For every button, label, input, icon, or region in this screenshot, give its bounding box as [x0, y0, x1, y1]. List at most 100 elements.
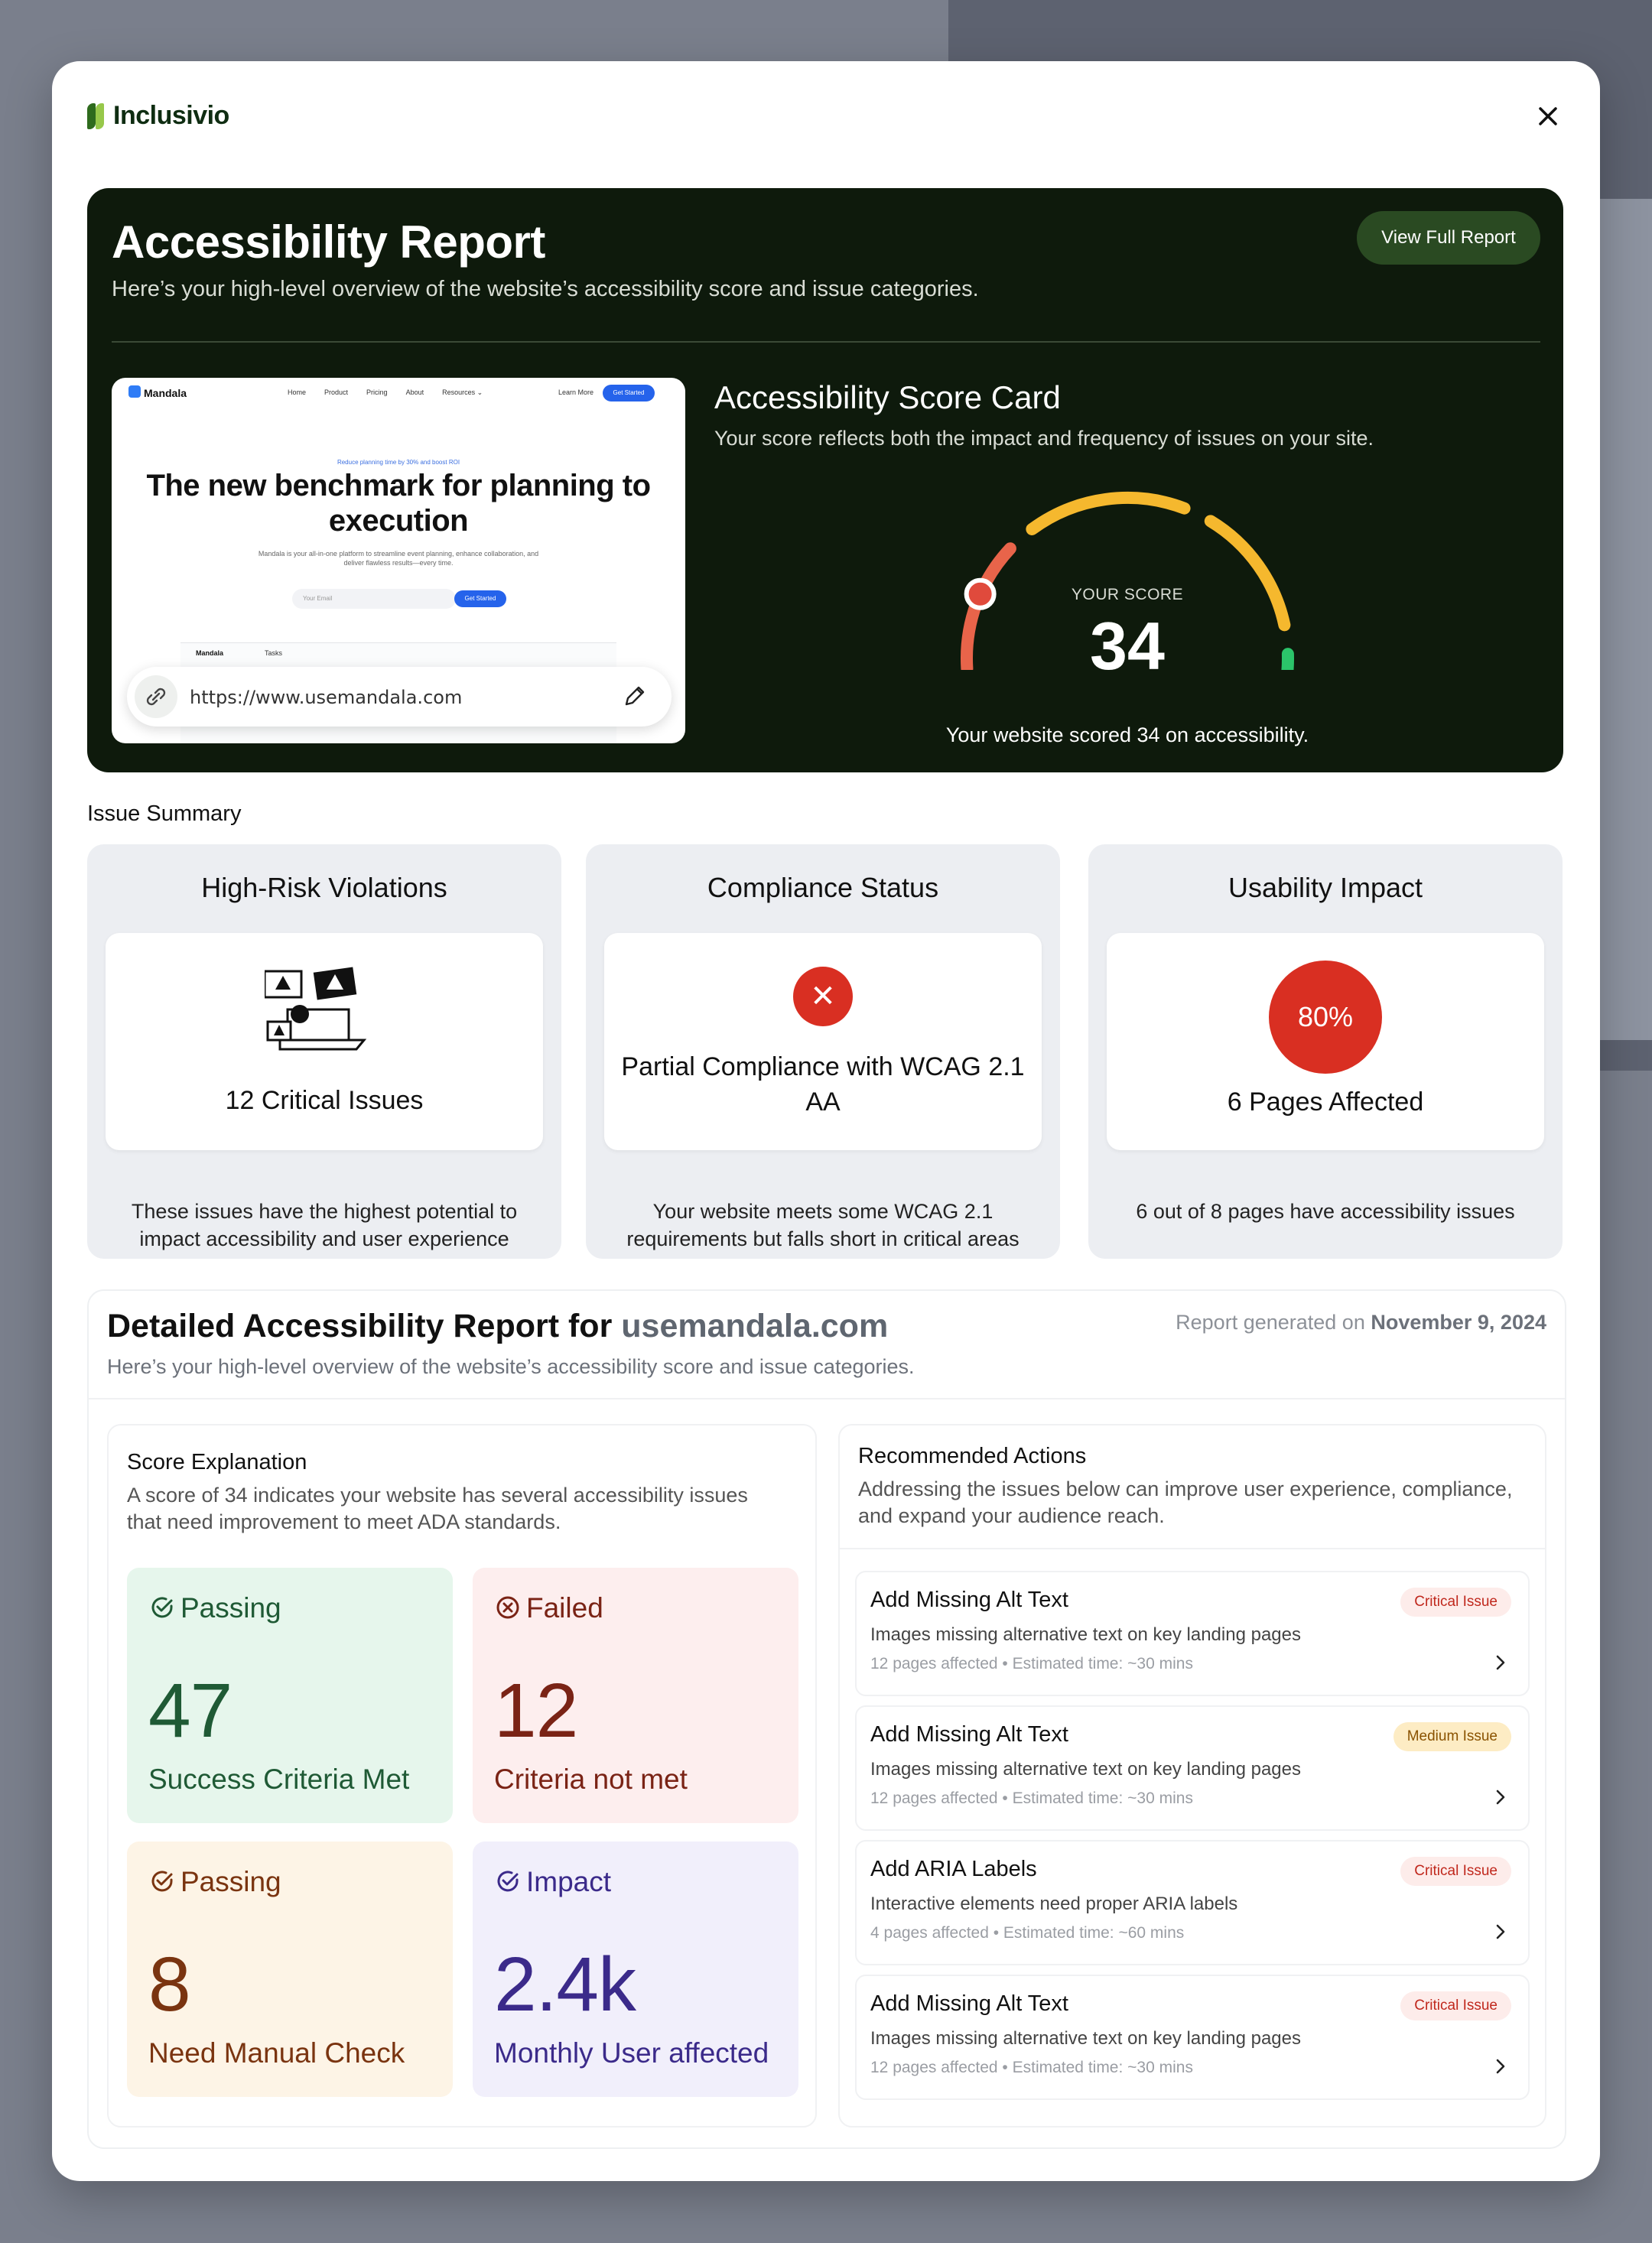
card-title: High-Risk Violations	[201, 872, 447, 903]
preview-nav-item: About	[405, 388, 424, 396]
card-description: These issues have the highest potential …	[131, 1200, 518, 1250]
view-full-report-button[interactable]: View Full Report	[1357, 211, 1540, 265]
chevron-right-icon[interactable]	[1490, 1652, 1511, 1673]
tile-caption: Criteria not met	[494, 1764, 688, 1795]
tile-value: 12	[494, 1668, 578, 1754]
tile-value: 47	[148, 1668, 233, 1754]
x-circle-icon	[496, 1596, 519, 1619]
panel-title: Score Explanation	[127, 1450, 307, 1474]
preview-nav: Mandala Home Product Pricing About Resou…	[112, 378, 685, 411]
divider	[840, 1548, 1545, 1549]
action-description: Images missing alternative text on key l…	[870, 1624, 1301, 1645]
preview-learn-more: Learn More	[558, 388, 593, 396]
report-subtitle: Here’s your high-level overview of the w…	[112, 277, 979, 301]
report-hero: Accessibility Report Here’s your high-le…	[87, 188, 1563, 772]
action-meta: 12 pages affected • Estimated time: ~30 …	[870, 1790, 1193, 1807]
check-circle-icon	[497, 1871, 519, 1892]
preview-nav-links: Home Product Pricing About Resources ⌄	[288, 388, 483, 397]
link-icon	[135, 675, 177, 718]
action-item[interactable]: Add Missing Alt Text Critical Issue Imag…	[855, 1975, 1530, 2100]
manual-check-tile: Passing 8 Need Manual Check	[127, 1842, 453, 2097]
preview-app-brand: Mandala	[196, 649, 224, 657]
check-circle-icon	[151, 1871, 173, 1892]
action-item[interactable]: Add ARIA Labels Critical Issue Interacti…	[855, 1840, 1530, 1965]
tile-label: Impact	[526, 1866, 612, 1897]
card-body: 12 Critical Issues	[106, 933, 543, 1150]
action-title: Add Missing Alt Text	[870, 1991, 1068, 2016]
tile-label: Failed	[526, 1592, 603, 1624]
action-description: Images missing alternative text on key l…	[870, 1759, 1301, 1780]
detailed-report-subtitle: Here’s your high-level overview of the w…	[107, 1355, 915, 1378]
action-meta: 12 pages affected • Estimated time: ~30 …	[870, 1655, 1193, 1672]
preview-body: Mandala is your all-in-one platform to s…	[258, 550, 539, 567]
severity-badge: Critical Issue	[1400, 1588, 1511, 1617]
preview-nav-item: Product	[324, 388, 349, 396]
severity-badge: Critical Issue	[1400, 1991, 1511, 2020]
report-modal: Inclusivio Accessibility Report Here’s y…	[52, 61, 1600, 2181]
preview-cta: Get Started	[603, 385, 655, 401]
card-description: 6 out of 8 pages have accessibility issu…	[1136, 1200, 1515, 1223]
panel-text: Addressing the issues below can improve …	[858, 1477, 1513, 1527]
detailed-report: Detailed Accessibility Report for useman…	[87, 1289, 1566, 2149]
severity-badge: Medium Issue	[1393, 1722, 1511, 1751]
report-title: Accessibility Report	[112, 216, 545, 268]
url-field[interactable]: https://www.usemandala.com	[127, 667, 672, 727]
failed-tile: Failed 12 Criteria not met	[473, 1568, 798, 1823]
preview-email: Your Email	[292, 589, 456, 609]
edit-pencil-icon[interactable]	[620, 681, 650, 711]
impact-tile: Impact 2.4k Monthly User affected	[473, 1842, 798, 2097]
card-description: Your website meets some WCAG 2.1 require…	[626, 1200, 1019, 1250]
tile-label: Passing	[180, 1866, 281, 1897]
panel-text: A score of 34 indicates your website has…	[127, 1484, 748, 1533]
card-body: ✕ Partial Compliance with WCAG 2.1 AA	[604, 933, 1042, 1150]
url-value: https://www.usemandala.com	[190, 687, 463, 708]
tile-caption: Monthly User affected	[494, 2037, 769, 2069]
gauge-marker	[964, 577, 997, 610]
preview-nav-item: Home	[288, 388, 307, 396]
score-explanation-panel: Score Explanation A score of 34 indicate…	[107, 1424, 817, 2128]
check-circle-icon	[151, 1597, 173, 1618]
card-title: Compliance Status	[707, 872, 939, 903]
card-title: Usability Impact	[1228, 872, 1423, 903]
action-item[interactable]: Add Missing Alt Text Medium Issue Images…	[855, 1705, 1530, 1831]
chevron-right-icon[interactable]	[1490, 1921, 1511, 1942]
brand-logo: Inclusivio	[87, 101, 229, 131]
gauge-segment	[1026, 492, 1191, 535]
divider	[89, 1398, 1565, 1399]
action-meta: 12 pages affected • Estimated time: ~30 …	[870, 2059, 1193, 2076]
preview-get-started: Get Started	[454, 590, 506, 607]
critical-issues-count: 12 Critical Issues	[225, 1086, 424, 1115]
detailed-report-title: Detailed Accessibility Report for useman…	[107, 1308, 889, 1344]
brand-name: Inclusivio	[113, 101, 229, 130]
background-window-edge	[1598, 199, 1652, 1040]
score-value: 34	[1090, 608, 1165, 684]
preview-app-tab: Tasks	[265, 649, 283, 657]
website-preview: Mandala Home Product Pricing About Resou…	[112, 378, 685, 743]
preview-brand: Mandala	[128, 385, 187, 399]
action-item[interactable]: Add Missing Alt Text Critical Issue Imag…	[855, 1571, 1530, 1696]
impact-percent-badge: 80%	[1269, 961, 1382, 1074]
chevron-right-icon[interactable]	[1490, 1786, 1511, 1808]
fail-x-icon: ✕	[793, 967, 853, 1026]
compliance-card: Compliance Status ✕ Partial Compliance w…	[586, 844, 1060, 1259]
severity-badge: Critical Issue	[1400, 1857, 1511, 1886]
preview-headline: The new benchmark for planning to execut…	[146, 469, 651, 538]
action-meta: 4 pages affected • Estimated time: ~60 m…	[870, 1924, 1185, 1942]
passing-tile: Passing 47 Success Criteria Met	[127, 1568, 453, 1823]
tile-value: 2.4k	[494, 1942, 636, 2027]
tile-caption: Need Manual Check	[148, 2037, 405, 2069]
action-title: Add ARIA Labels	[870, 1857, 1037, 1881]
action-description: Interactive elements need proper ARIA la…	[870, 1894, 1238, 1914]
close-icon[interactable]	[1531, 99, 1565, 133]
usability-card: Usability Impact 80% 6 Pages Affected 6 …	[1088, 844, 1563, 1259]
score-card-title: Accessibility Score Card	[714, 379, 1061, 415]
tile-value: 8	[148, 1942, 191, 2027]
leaf-logo-icon	[87, 102, 106, 129]
score-caption: Your website scored 34 on accessibility.	[945, 723, 1309, 746]
action-title: Add Missing Alt Text	[870, 1588, 1068, 1612]
score-card-subtitle: Your score reflects both the impact and …	[714, 427, 1374, 450]
warning-laptop-icon	[265, 967, 367, 1051]
card-body: 80% 6 Pages Affected	[1107, 933, 1544, 1150]
chevron-right-icon[interactable]	[1490, 2056, 1511, 2077]
action-title: Add Missing Alt Text	[870, 1722, 1068, 1747]
